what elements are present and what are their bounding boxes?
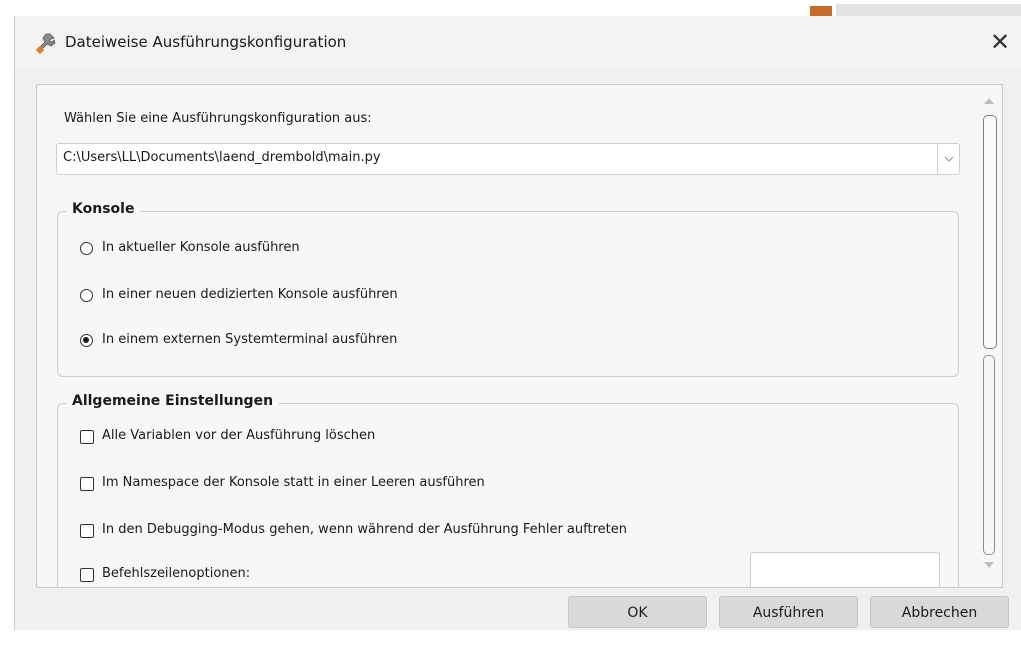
- config-select-value: C:\Users\LL\Documents\laend_drembold\mai…: [63, 150, 381, 165]
- background-toolbar-icon: [810, 6, 832, 16]
- run-button[interactable]: Ausführen: [719, 596, 858, 628]
- radio-label: In einer neuen dedizierten Konsole ausfü…: [102, 287, 398, 302]
- checkbox-label: Befehlszeilenoptionen:: [102, 566, 251, 581]
- cancel-button[interactable]: Abbrechen: [870, 596, 1009, 628]
- radio-label: In aktueller Konsole ausführen: [102, 240, 300, 255]
- general-settings-title: Allgemeine Einstellungen: [66, 393, 280, 409]
- checkbox[interactable]: [80, 568, 94, 582]
- console-group: Konsole In aktueller Konsole ausführen I…: [57, 201, 959, 377]
- radio-button[interactable]: [80, 242, 93, 255]
- checkbox[interactable]: [80, 524, 94, 538]
- close-button[interactable]: ✕: [985, 27, 1015, 57]
- chevron-down-icon: [944, 156, 954, 162]
- configuration-panel: Wählen Sie eine Ausführungskonfiguration…: [36, 84, 1003, 588]
- dialog-titlebar: Dateiweise Ausführungskonfiguration ✕: [15, 16, 1021, 70]
- radio-button[interactable]: [80, 289, 93, 302]
- background-toolbar: [836, 4, 1021, 16]
- config-select-dropdown[interactable]: [937, 144, 959, 174]
- radio-button-selected[interactable]: [80, 334, 93, 347]
- checkbox-label: Im Namespace der Konsole statt in einer …: [102, 475, 485, 490]
- checkbox-label: In den Debugging-Modus gehen, wenn währe…: [102, 522, 627, 537]
- choose-config-label: Wählen Sie eine Ausführungskonfiguration…: [64, 111, 372, 126]
- scrollbar-thumb[interactable]: [983, 115, 997, 349]
- background-editor-edge: [0, 16, 12, 646]
- general-settings-group: Allgemeine Einstellungen Alle Variablen …: [57, 393, 959, 587]
- vertical-scrollbar[interactable]: [975, 85, 1001, 587]
- radio-label: In einem externen Systemterminal ausführ…: [102, 332, 398, 347]
- wrench-icon: [35, 33, 56, 54]
- scroll-up-arrow-icon[interactable]: [983, 97, 995, 105]
- scroll-down-arrow-icon[interactable]: [983, 561, 995, 569]
- checkbox[interactable]: [80, 430, 94, 444]
- console-group-title: Konsole: [66, 201, 141, 217]
- checkbox[interactable]: [80, 477, 94, 491]
- background-window-strip: [0, 0, 1021, 16]
- scrollbar-rail[interactable]: [983, 355, 995, 555]
- checkbox-label: Alle Variablen vor der Ausführung lösche…: [102, 428, 376, 443]
- command-line-options-input[interactable]: [750, 552, 940, 587]
- config-select[interactable]: C:\Users\LL\Documents\laend_drembold\mai…: [56, 143, 960, 175]
- ok-button[interactable]: OK: [568, 596, 707, 628]
- run-configuration-dialog: Dateiweise Ausführungskonfiguration ✕ Wä…: [14, 16, 1021, 630]
- dialog-title: Dateiweise Ausführungskonfiguration: [65, 33, 347, 51]
